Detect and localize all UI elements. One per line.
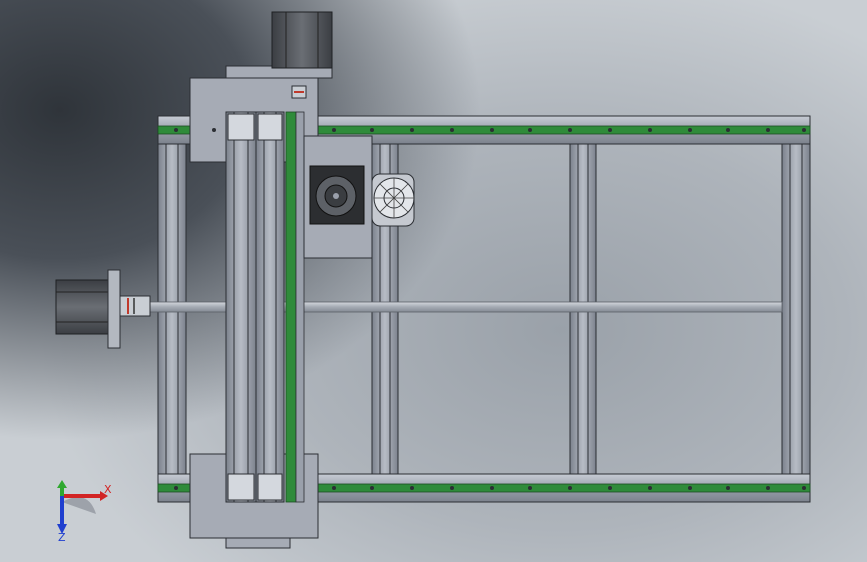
gantry-assembly[interactable] [189, 11, 333, 549]
y-stepper-motor[interactable] [55, 269, 151, 349]
triad-x-label: X [104, 483, 112, 496]
cnc-router-model[interactable] [0, 0, 867, 562]
y-axis-icon [57, 480, 67, 496]
view-orientation-triad[interactable]: X Z [44, 478, 124, 548]
triad-graphic [57, 480, 108, 534]
triad-z-label: Z [58, 531, 66, 544]
cad-viewport[interactable]: X Z [0, 0, 867, 562]
